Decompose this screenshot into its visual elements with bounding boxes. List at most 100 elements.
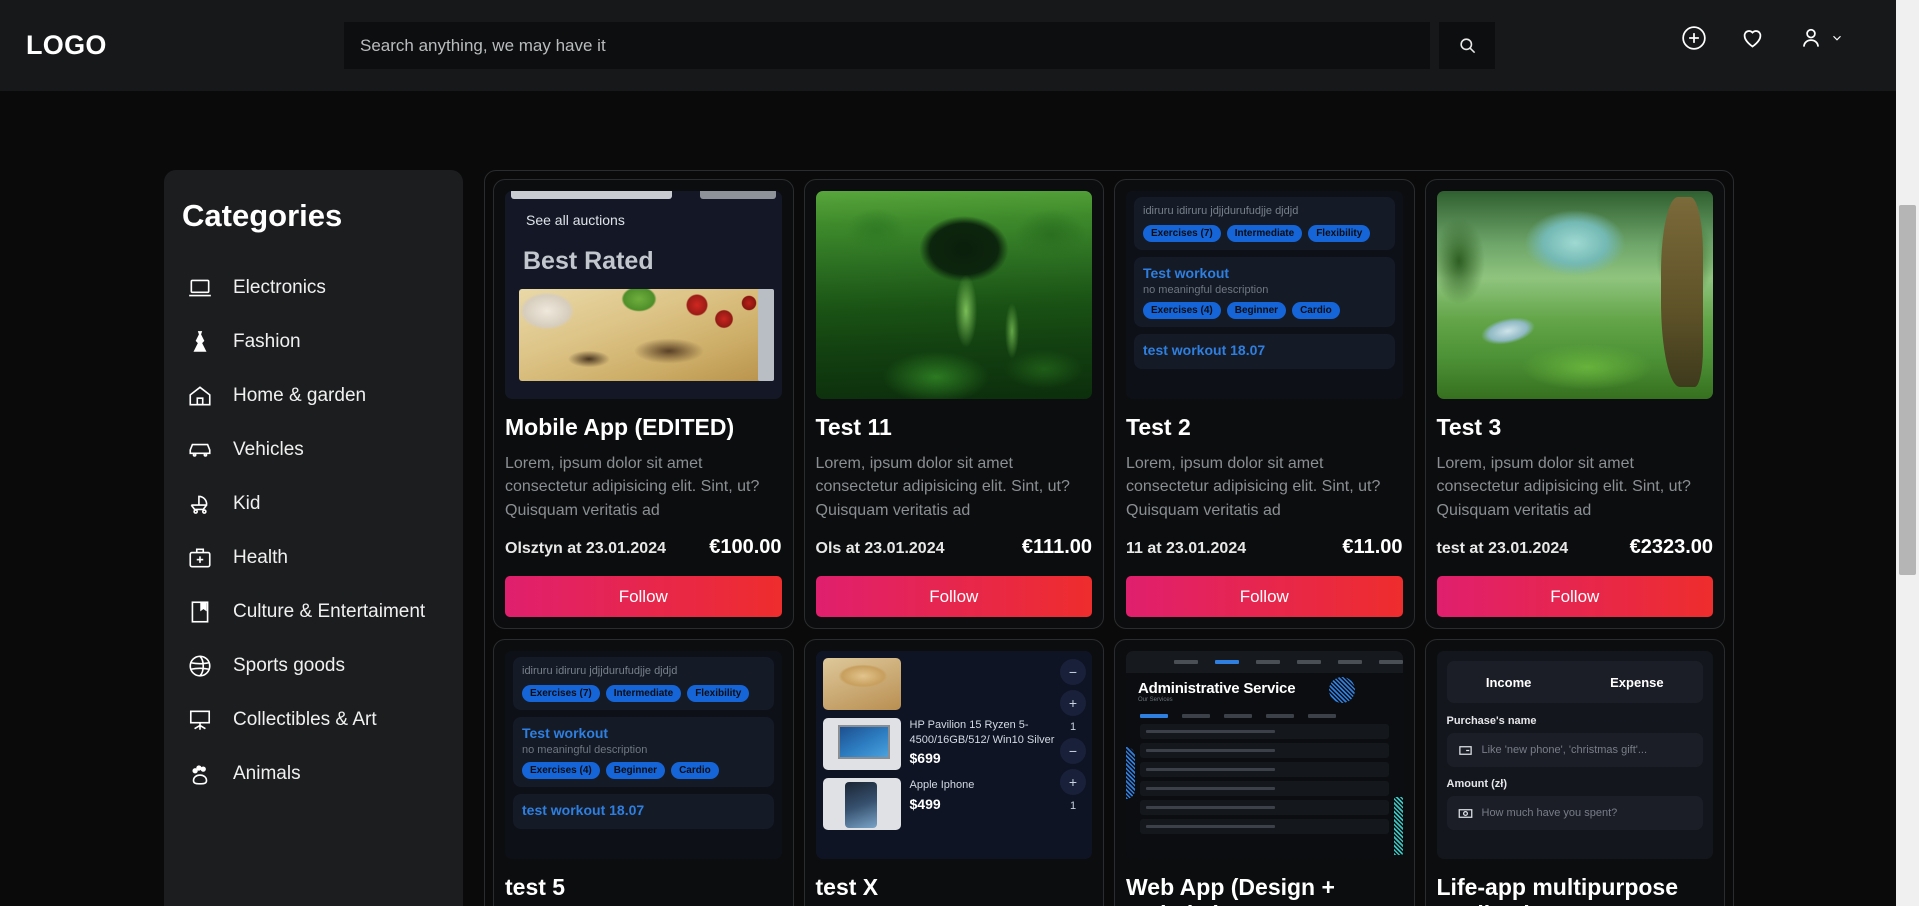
plus-circle-icon <box>1682 25 1706 50</box>
cart-item-name: HP Pavilion 15 Ryzen 5-4500/16GB/512/ Wi… <box>909 719 1055 746</box>
listing-price: €2323.00 <box>1629 536 1713 559</box>
sidebar-item-label: Collectibles & Art <box>233 709 377 730</box>
stroller-icon <box>186 490 214 518</box>
listing-description: Lorem, ipsum dolor sit amet consectetur … <box>1126 454 1381 519</box>
sidebar-item-health[interactable]: Health <box>164 531 463 585</box>
listing-card[interactable]: Income Expense Purchase's name Like 'new… <box>1424 639 1725 906</box>
follow-button[interactable]: Follow <box>815 576 1092 618</box>
search-input[interactable] <box>344 22 1430 69</box>
book-bookmark-icon <box>186 598 214 626</box>
first-aid-kit-icon <box>186 544 214 572</box>
sidebar-item-collectibles[interactable]: Collectibles & Art <box>164 693 463 747</box>
listing-card[interactable]: Test 3 Lorem, ipsum dolor sit amet conse… <box>1424 179 1725 630</box>
follow-button[interactable]: Follow <box>505 576 782 618</box>
listing-card[interactable]: Administrative Service Our Services Web <box>1114 639 1415 906</box>
sidebar-item-label: Home & garden <box>233 385 367 406</box>
listing-card[interactable]: idiruru idiruru jdjjdurufudjje djdjd Exe… <box>1114 179 1415 630</box>
follow-button[interactable]: Follow <box>1436 576 1713 618</box>
sidebar-item-fashion[interactable]: Fashion <box>164 315 463 369</box>
listing-meta: Ols at 23.01.2024 €111.00 <box>816 536 1093 559</box>
sidebar-item-label: Health <box>233 547 288 568</box>
workout-badge: Beginner <box>605 762 666 780</box>
sidebar-item-sports[interactable]: Sports goods <box>164 639 463 693</box>
cart-item-image <box>822 658 901 711</box>
favorites-button[interactable] <box>1739 24 1766 51</box>
cart-quantity: 1 <box>1069 800 1077 813</box>
sidebar-item-label: Animals <box>233 763 301 784</box>
listing-meta: 11 at 23.01.2024 €11.00 <box>1126 536 1403 559</box>
listing-price: €111.00 <box>1021 536 1092 559</box>
sidebar-item-label: Culture & Entertaiment <box>233 601 426 622</box>
workout-badge: Cardio <box>671 762 719 780</box>
listing-card[interactable]: See all auctions Best Rated Mobile App (… <box>493 179 794 630</box>
sidebar-item-label: Vehicles <box>233 439 304 460</box>
car-icon <box>186 436 214 464</box>
categories-sidebar: Categories Electronics Fashion Home & ga… <box>164 170 463 906</box>
search-icon <box>1459 38 1475 54</box>
thumb-admin-heading: Administrative Service <box>1138 680 1296 698</box>
pizza-photo <box>519 289 772 381</box>
header-actions <box>1681 24 1844 51</box>
page-scrollbar[interactable] <box>1896 0 1919 906</box>
add-listing-button[interactable] <box>1681 25 1707 51</box>
listing-thumbnail <box>1436 191 1713 399</box>
listing-title: Test 3 <box>1436 414 1502 440</box>
money-icon <box>1458 809 1472 818</box>
sidebar-item-label: Fashion <box>233 331 301 352</box>
workout-name: test workout 18.07 <box>1143 341 1266 358</box>
listing-card[interactable]: idiruru idiruru jdjjdurufudjje djdjd Exe… <box>493 639 794 906</box>
thumb-side-strip <box>757 289 774 381</box>
listing-location-date: test at 23.01.2024 <box>1436 540 1569 558</box>
cart-quantity: 1 <box>1069 721 1077 734</box>
cart-item-price: $499 <box>909 795 941 812</box>
sidebar-item-home-garden[interactable]: Home & garden <box>164 369 463 423</box>
thumb-tab-income: Income <box>1485 674 1532 690</box>
sidebar-item-kid[interactable]: Kid <box>164 477 463 531</box>
listing-thumbnail: See all auctions Best Rated <box>505 191 782 399</box>
sidebar-item-vehicles[interactable]: Vehicles <box>164 423 463 477</box>
workout-badge: Intermediate <box>1226 224 1303 242</box>
workout-badge: Exercises (7) <box>522 685 600 703</box>
sidebar-item-animals[interactable]: Animals <box>164 747 463 801</box>
search-button[interactable] <box>1439 22 1495 69</box>
listing-title: Web App (Design + Website) <box>1126 874 1335 906</box>
listings-container: See all auctions Best Rated Mobile App (… <box>484 170 1734 906</box>
scrollbar-thumb[interactable] <box>1899 205 1916 575</box>
cart-item-name: Apple Iphone <box>909 779 975 792</box>
listings-grid: See all auctions Best Rated Mobile App (… <box>493 179 1725 906</box>
cart-increment-button: + <box>1060 690 1086 717</box>
workout-badge: Cardio <box>1292 301 1340 319</box>
listing-thumbnail: Income Expense Purchase's name Like 'new… <box>1436 651 1713 860</box>
listing-thumbnail: idiruru idiruru jdjjdurufudjje djdjd Exe… <box>505 651 782 860</box>
chevron-down-icon <box>1833 35 1841 41</box>
heart-icon <box>1743 30 1762 48</box>
cart-item-image <box>822 718 901 771</box>
dress-icon <box>186 328 214 356</box>
cart-item-image <box>822 778 901 831</box>
user-icon <box>1803 28 1819 47</box>
jungle-illustration <box>815 191 1092 399</box>
listing-thumbnail <box>815 191 1092 399</box>
thumb-workout-gibberish: idiruru idiruru jdjjdurufudjje djdjd <box>1143 205 1299 217</box>
listing-location-date: Ols at 23.01.2024 <box>815 540 945 558</box>
thumb-label-purchase-name: Purchase's name <box>1446 715 1537 728</box>
listing-card[interactable]: Test 11 Lorem, ipsum dolor sit amet cons… <box>803 179 1104 630</box>
listing-meta: Olsztyn at 23.01.2024 €100.00 <box>505 536 782 559</box>
sidebar-item-electronics[interactable]: Electronics <box>164 261 463 315</box>
thumb-workout-gibberish: idiruru idiruru jdjjdurufudjje djdjd <box>522 665 678 678</box>
decorative-circle <box>1328 677 1355 704</box>
listing-description: Lorem, ipsum dolor sit amet consectetur … <box>1436 454 1691 519</box>
card-icon <box>1458 746 1472 755</box>
workout-badge: Exercises (4) <box>1143 301 1221 319</box>
logo[interactable]: LOGO <box>26 30 107 61</box>
sidebar-item-label: Kid <box>233 493 261 514</box>
basketball-icon <box>186 652 214 680</box>
account-menu-button[interactable] <box>1798 25 1844 51</box>
listing-title: Life-app multipurpose application <box>1436 874 1679 906</box>
follow-button[interactable]: Follow <box>1126 576 1403 618</box>
sidebar-item-culture[interactable]: Culture & Entertaiment <box>164 585 463 639</box>
listing-card[interactable]: HP Pavilion 15 Ryzen 5-4500/16GB/512/ Wi… <box>803 639 1104 906</box>
decorative-stripe-left <box>1126 747 1135 800</box>
easel-icon <box>186 706 214 734</box>
workout-badge: Exercises (4) <box>522 762 600 780</box>
